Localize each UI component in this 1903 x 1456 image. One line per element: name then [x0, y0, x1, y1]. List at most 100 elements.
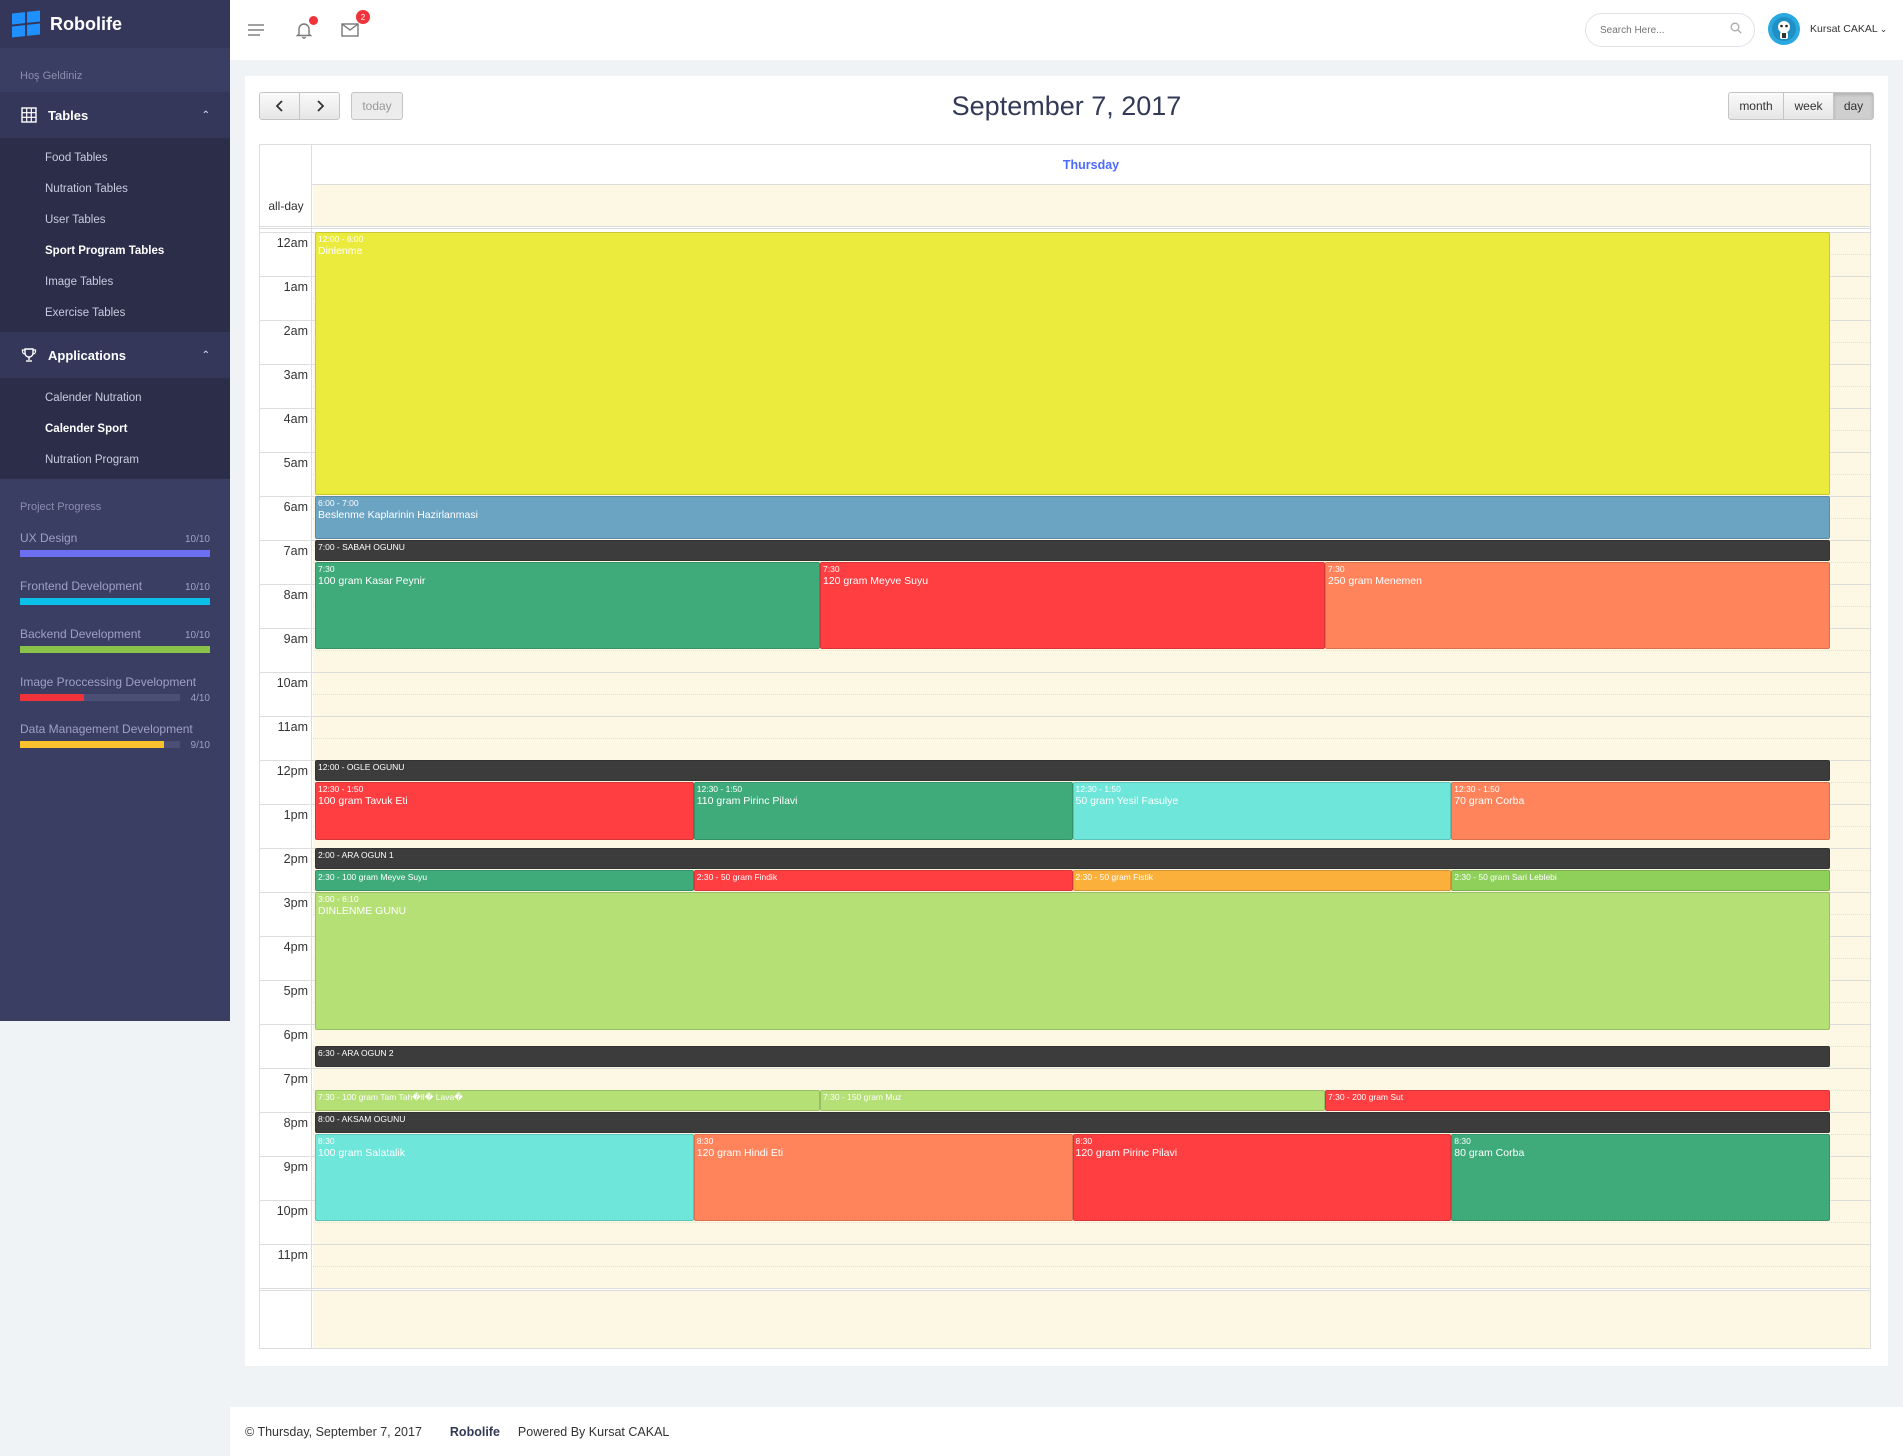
progress-label: UX Design — [20, 531, 78, 545]
footer-brand[interactable]: Robolife — [450, 1425, 500, 1439]
calendar-event[interactable]: 7:30 - 150 gram Muz — [820, 1090, 1325, 1111]
calendar-title: September 7, 2017 — [951, 91, 1182, 121]
calendar-event[interactable]: 2:00 - ARA OGUN 1 — [315, 848, 1830, 869]
half-hour-line — [313, 694, 1870, 695]
footer: © Thursday, September 7, 2017 Robolife P… — [230, 1407, 1903, 1456]
sidebar-item-calender-nutration[interactable]: Calender Nutration — [0, 382, 230, 413]
prev-button[interactable] — [259, 92, 300, 120]
progress-label: Frontend Development — [20, 579, 143, 593]
view-day-button[interactable]: day — [1834, 92, 1874, 120]
time-slots: 12am 1am 2am 3am 4am 5am 6am 7am 8am 9am 10am 11am 1… — [260, 232, 1870, 1288]
calendar-event[interactable]: 12:30 - 1:50 50 gram Yesil Fasulye — [1072, 782, 1452, 840]
sidebar-item-calender-sport[interactable]: Calender Sport — [0, 413, 230, 444]
nav-section-applications[interactable]: Applications ⌃ — [0, 332, 230, 378]
event-title: 110 gram Pirinc Pilavi — [696, 794, 798, 807]
calendar-event[interactable]: 12:30 - 1:50 100 gram Tavuk Eti — [315, 782, 694, 840]
sidebar-item-exercise-tables[interactable]: Exercise Tables — [0, 297, 230, 328]
progress-ux-design: UX Design 10/10 — [0, 531, 230, 557]
calendar-event[interactable]: 2:30 - 50 gram Findik — [693, 870, 1073, 891]
event-time: 8:30 — [1075, 1136, 1093, 1146]
applications-submenu: Calender Nutration Calender Sport Nutrat… — [0, 378, 230, 479]
progress-bar — [20, 598, 210, 605]
event-time: 12:00 - OGLE OGUNU — [318, 762, 405, 772]
today-button[interactable]: today — [351, 92, 403, 120]
calendar-event[interactable]: 8:30 80 gram Corba — [1451, 1134, 1830, 1221]
brand-name: Robolife — [50, 13, 122, 34]
calendar-event[interactable]: 7:00 - SABAH OGUNU — [315, 540, 1830, 561]
calendar-event[interactable]: 2:30 - 50 gram Fistik — [1072, 870, 1452, 891]
search-box — [1585, 13, 1755, 47]
progress-label: Backend Development — [20, 627, 141, 641]
calendar-event[interactable]: 8:30 120 gram Hindi Eti — [693, 1134, 1073, 1221]
sidebar-item-sport-program-tables[interactable]: Sport Program Tables — [0, 235, 230, 266]
view-month-button[interactable]: month — [1728, 92, 1784, 120]
bell-icon[interactable] — [292, 16, 318, 42]
calendar-event[interactable]: 12:30 - 1:50 70 gram Corba — [1451, 782, 1830, 840]
user-menu[interactable]: Kursat CAKAL ⌄ — [1768, 13, 1887, 45]
calendar-event[interactable]: 8:30 120 gram Pirinc Pilavi — [1072, 1134, 1452, 1221]
sidebar-item-nutration-tables[interactable]: Nutration Tables — [0, 173, 230, 204]
calendar-event[interactable]: 12:00 - OGLE OGUNU — [315, 760, 1830, 781]
nav-section-label: Tables — [48, 107, 89, 123]
footer-powered: Powered By Kursat CAKAL — [517, 1424, 670, 1439]
calendar-event[interactable]: 12:00 - 6:00 Dinlenme — [315, 232, 1830, 495]
event-time: 2:30 - 50 gram Fistik — [1075, 872, 1153, 882]
event-time: 7:30 — [318, 564, 335, 574]
next-button[interactable] — [300, 92, 340, 120]
calendar-event[interactable]: 8:30 100 gram Salatalik — [315, 1134, 694, 1221]
event-time: 7:30 - 200 gram Sut — [1328, 1092, 1404, 1102]
calendar-event[interactable]: 12:30 - 1:50 110 gram Pirinc Pilavi — [693, 782, 1073, 840]
hour-label: 1pm — [283, 808, 308, 822]
allday-cell[interactable] — [313, 185, 1870, 226]
calendar-event[interactable]: 6:30 - ARA OGUN 2 — [315, 1046, 1830, 1067]
calendar-event[interactable]: 7:30 250 gram Menemen — [1325, 562, 1830, 649]
calendar-event[interactable]: 7:30 100 gram Kasar Peynir — [315, 562, 820, 649]
search-icon[interactable] — [1730, 21, 1742, 39]
nav-section-tables[interactable]: Tables ⌃ — [0, 92, 230, 138]
calendar-event[interactable]: 7:30 - 200 gram Sut — [1325, 1090, 1830, 1111]
event-title: 70 gram Corba — [1454, 794, 1525, 807]
allday-label: all-day — [268, 198, 304, 213]
event-time: 8:30 — [318, 1136, 335, 1146]
progress-image-processing: Image Proccessing Development 4/10 — [0, 675, 230, 704]
hour-label: 12am — [276, 236, 308, 250]
hour-line — [260, 672, 1870, 673]
view-week-button[interactable]: week — [1784, 92, 1834, 120]
hour-label: 7pm — [283, 1072, 308, 1086]
hour-label: 9am — [283, 632, 308, 646]
event-title: Beslenme Kaplarinin Hazirlanmasi — [318, 508, 478, 521]
event-time: 7:30 — [1328, 564, 1345, 574]
sidebar-item-food-tables[interactable]: Food Tables — [0, 142, 230, 173]
nav-section-label: Applications — [48, 347, 127, 363]
calendar-event[interactable]: 7:30 120 gram Meyve Suyu — [820, 562, 1325, 649]
trophy-icon — [20, 346, 38, 364]
calendar-event[interactable]: 2:30 - 50 gram Sari Leblebi — [1451, 870, 1830, 891]
event-time: 7:00 - SABAH OGUNU — [318, 542, 405, 552]
hour-label: 5pm — [283, 984, 308, 998]
event-time: 2:30 - 100 gram Meyve Suyu — [318, 872, 428, 882]
day-header[interactable]: Thursday — [312, 145, 1870, 185]
calendar-event[interactable]: 6:00 - 7:00 Beslenme Kaplarinin Hazirlanm… — [315, 496, 1830, 539]
progress-value: 10/10 — [184, 582, 210, 593]
sidebar-item-nutration-program[interactable]: Nutration Program — [0, 444, 230, 475]
search-input[interactable] — [1600, 24, 1730, 36]
progress-bar — [20, 646, 210, 653]
sidebar-item-user-tables[interactable]: User Tables — [0, 204, 230, 235]
event-time: 6:00 - 7:00 — [318, 498, 359, 508]
event-time: 8:00 - AKSAM OGUNU — [318, 1114, 406, 1124]
event-time: 2:00 - ARA OGUN 1 — [318, 850, 394, 860]
hour-label: 4am — [283, 412, 308, 426]
hour-label: 11pm — [277, 1248, 308, 1262]
hour-label: 10am — [276, 676, 308, 690]
calendar-event[interactable]: 8:00 - AKSAM OGUNU — [315, 1112, 1830, 1133]
windows-logo-icon — [12, 10, 40, 38]
calendar-event[interactable]: 2:30 - 100 gram Meyve Suyu — [315, 870, 694, 891]
hour-label: 7am — [283, 544, 308, 558]
brand[interactable]: Robolife — [0, 0, 230, 48]
sidebar-item-image-tables[interactable]: Image Tables — [0, 266, 230, 297]
calendar-event[interactable]: 3:00 - 6:10 DINLENME GUNU — [315, 892, 1830, 1031]
event-title: 100 gram Kasar Peynir — [318, 574, 426, 587]
mail-icon[interactable]: 2 — [338, 10, 370, 42]
calendar-event[interactable]: 7:30 - 100 gram Tam Tah�ll� Lava� — [315, 1090, 820, 1111]
menu-icon[interactable] — [244, 18, 268, 42]
